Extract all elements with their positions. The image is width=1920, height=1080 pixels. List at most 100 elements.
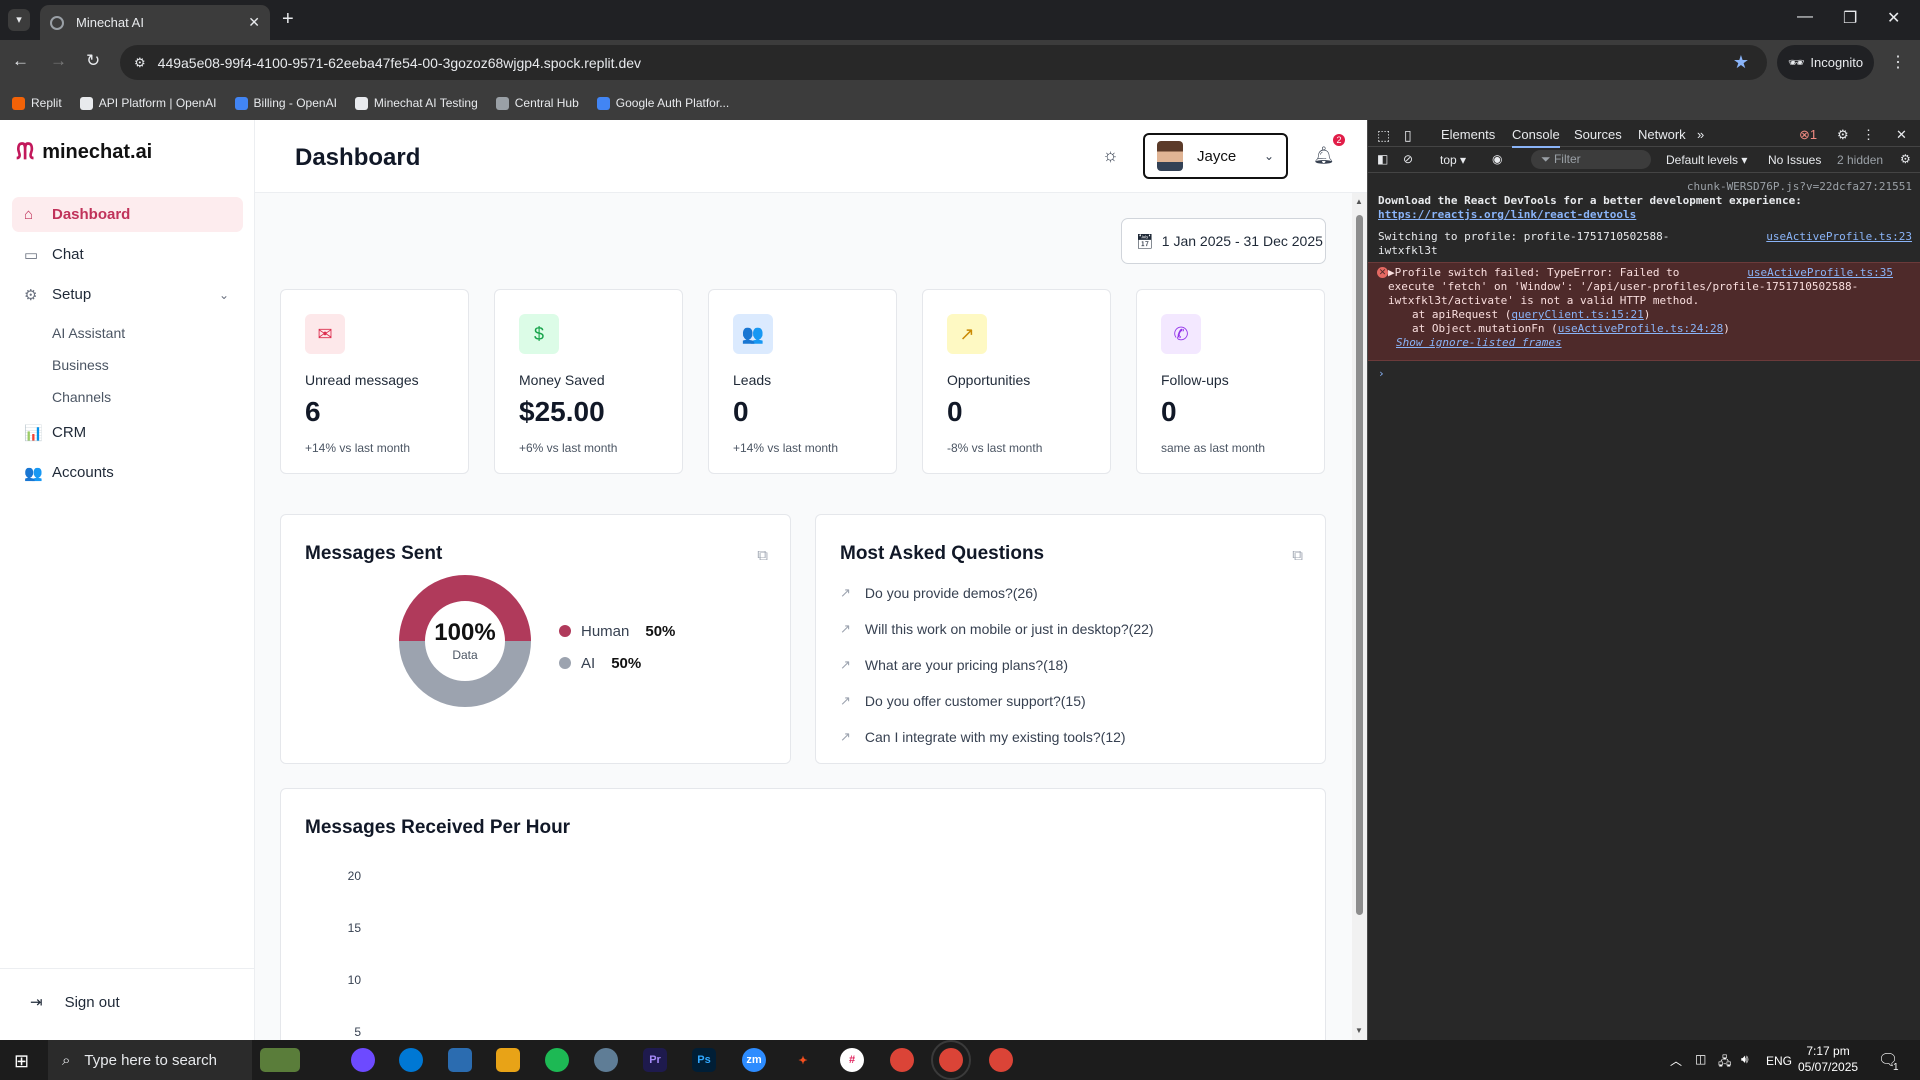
bookmark-item[interactable]: API Platform | OpenAI (79, 96, 217, 110)
console-prompt[interactable]: › (1378, 367, 1912, 381)
windows-start-icon[interactable]: ⊞ (14, 1051, 29, 1072)
zoom-icon[interactable]: zm (742, 1048, 766, 1072)
chrome-active-icon[interactable] (931, 1040, 971, 1080)
external-link-icon[interactable]: ⧉ (757, 547, 768, 564)
clock[interactable]: 7:17 pm 05/07/2025 (1798, 1043, 1858, 1075)
copilot-icon[interactable] (351, 1048, 375, 1072)
settings-icon[interactable]: ⚙ (1837, 127, 1849, 143)
tab-search-button[interactable]: ▾ (8, 9, 30, 31)
context-select[interactable]: top ▾ (1440, 153, 1466, 167)
incognito-indicator[interactable]: 🕶 Incognito (1777, 45, 1874, 80)
sidebar-toggle-icon[interactable]: ◧ (1377, 152, 1388, 166)
bookmark-item[interactable]: Minechat AI Testing (354, 96, 478, 110)
scroll-down-icon[interactable]: ▼ (1355, 1026, 1363, 1035)
tray-app-icon[interactable]: ◫ (1695, 1052, 1706, 1066)
store-icon[interactable] (448, 1048, 472, 1072)
sidebar-item-ai-assistant[interactable]: AI Assistant (12, 317, 243, 349)
browser-menu-button[interactable]: ⋮ (1890, 52, 1906, 72)
chrome-incognito-icon[interactable] (989, 1048, 1013, 1072)
figma-icon[interactable]: ✦ (791, 1048, 815, 1072)
tab-elements[interactable]: Elements (1441, 127, 1495, 142)
console-source-link[interactable]: useActiveProfile.ts:35 (1747, 266, 1893, 279)
clear-console-icon[interactable]: ⊘ (1403, 152, 1413, 166)
profile-switcher[interactable]: Jayce ⌄ (1143, 133, 1288, 179)
sun-icon[interactable]: ☼ (1102, 145, 1119, 166)
volume-icon[interactable]: 🔊︎ (1741, 1052, 1749, 1067)
bookmark-item[interactable]: Billing - OpenAI (234, 96, 337, 110)
reload-button[interactable]: ↻ (86, 51, 100, 71)
sidebar-item-chat[interactable]: ▭ Chat (12, 237, 243, 272)
stat-card: $ Money Saved $25.00 +6% vs last month (494, 289, 683, 474)
slack-icon[interactable]: # (840, 1048, 864, 1072)
question-item[interactable]: ↗ Can I integrate with my existing tools?… (840, 719, 1154, 755)
paint-icon[interactable] (594, 1048, 618, 1072)
address-bar[interactable]: ⚙ 449a5e08-99f4-4100-9571-62eeba47fe54-0… (120, 45, 1767, 80)
legend-item: AI 50% (559, 647, 675, 679)
device-toggle-icon[interactable]: ▯ (1404, 127, 1412, 144)
edge-icon[interactable] (399, 1048, 423, 1072)
premiere-icon[interactable]: Pr (643, 1048, 667, 1072)
stat-card: ✆ Follow-ups 0 same as last month (1136, 289, 1325, 474)
sidebar-item-dashboard[interactable]: ⌂ Dashboard (12, 197, 243, 232)
eye-icon[interactable]: ◉ (1492, 152, 1502, 166)
question-item[interactable]: ↗ Do you offer customer support?(15) (840, 683, 1154, 719)
close-tab-icon[interactable]: ✕ (248, 14, 260, 31)
spotify-icon[interactable] (545, 1048, 569, 1072)
sign-out-button[interactable]: ⇥ Sign out (30, 993, 120, 1012)
sidebar-item-crm[interactable]: 📊 CRM (12, 415, 243, 450)
forward-button[interactable]: → (50, 51, 67, 71)
question-item[interactable]: ↗ What are your pricing plans?(18) (840, 647, 1154, 683)
tab-sources[interactable]: Sources (1574, 127, 1622, 142)
tab-network[interactable]: Network (1638, 127, 1686, 142)
network-icon[interactable]: 🖧︎ (1718, 1052, 1731, 1073)
bookmark-star-icon[interactable]: ★ (1733, 52, 1749, 73)
log-levels-select[interactable]: Default levels ▾ (1666, 153, 1747, 167)
console-source-link[interactable]: useActiveProfile.ts:23 (1766, 230, 1912, 244)
stack-link[interactable]: queryClient.ts:15:21 (1511, 308, 1643, 321)
close-window-button[interactable]: ✕ (1887, 8, 1900, 28)
language-indicator[interactable]: ENG (1766, 1054, 1792, 1068)
sidebar-item-business[interactable]: Business (12, 349, 243, 381)
console-settings-icon[interactable]: ⚙ (1900, 152, 1911, 166)
logo[interactable]: ᙏ minechat.ai (16, 139, 152, 165)
minimize-button[interactable]: — (1797, 8, 1813, 26)
restore-button[interactable]: ❐ (1843, 8, 1857, 28)
tray-expand-icon[interactable]: ︿ (1670, 1052, 1682, 1069)
bookmark-item[interactable]: Central Hub (495, 96, 579, 110)
sidebar-item-accounts[interactable]: 👥 Accounts (12, 455, 243, 490)
more-options-icon[interactable]: ⋮ (1862, 127, 1875, 143)
browser-tab[interactable]: Minechat AI ✕ (40, 5, 270, 40)
show-ignored-frames-link[interactable]: Show ignore-listed frames (1396, 336, 1562, 349)
stack-link[interactable]: useActiveProfile.ts:24:28 (1558, 322, 1724, 335)
external-link-icon[interactable]: ⧉ (1292, 547, 1303, 564)
site-info-icon[interactable]: ⚙ (134, 55, 146, 71)
file-explorer-icon[interactable] (496, 1048, 520, 1072)
bell-icon[interactable]: 🔔︎ (1313, 146, 1335, 166)
scroll-up-icon[interactable]: ▲ (1355, 197, 1363, 206)
scrollbar[interactable]: ▲ ▼ (1352, 193, 1367, 1040)
date-range-picker[interactable]: 📅︎ 1 Jan 2025 - 31 Dec 2025 (1121, 218, 1326, 264)
error-count-badge[interactable]: ⊗1 (1799, 127, 1817, 143)
back-button[interactable]: ← (12, 51, 29, 71)
more-tabs-icon[interactable]: » (1697, 127, 1704, 142)
chrome-icon[interactable] (890, 1048, 914, 1072)
scrollbar-thumb[interactable] (1356, 215, 1363, 915)
sidebar-item-channels[interactable]: Channels (12, 381, 243, 413)
inspect-icon[interactable]: ⬚ (1377, 127, 1390, 144)
bookmark-item[interactable]: Replit (12, 96, 62, 110)
bookmark-item[interactable]: Google Auth Platfor... (596, 96, 729, 110)
question-item[interactable]: ↗ Do you provide demos?(26) (840, 575, 1154, 611)
console-filter-input[interactable]: ⏷ Filter (1531, 150, 1651, 169)
photoshop-icon[interactable]: Ps (692, 1048, 716, 1072)
question-item[interactable]: ↗ Will this work on mobile or just in des… (840, 611, 1154, 647)
console-link[interactable]: https://reactjs.org/link/react-devtools (1378, 208, 1636, 221)
sidebar-item-setup[interactable]: ⚙ Setup ⌄ (12, 277, 243, 312)
taskbar-search[interactable]: ⌕ Type here to search (48, 1040, 252, 1080)
console-source[interactable]: chunk-WERSD76P.js?v=22dcfa27:21551 (1378, 180, 1912, 194)
tab-console[interactable]: Console (1512, 127, 1560, 148)
close-devtools-icon[interactable]: ✕ (1896, 127, 1907, 143)
new-tab-button[interactable]: + (282, 8, 294, 31)
widget-icon[interactable] (260, 1048, 300, 1072)
issues-button[interactable]: No Issues (1768, 153, 1821, 167)
divider (0, 968, 255, 969)
